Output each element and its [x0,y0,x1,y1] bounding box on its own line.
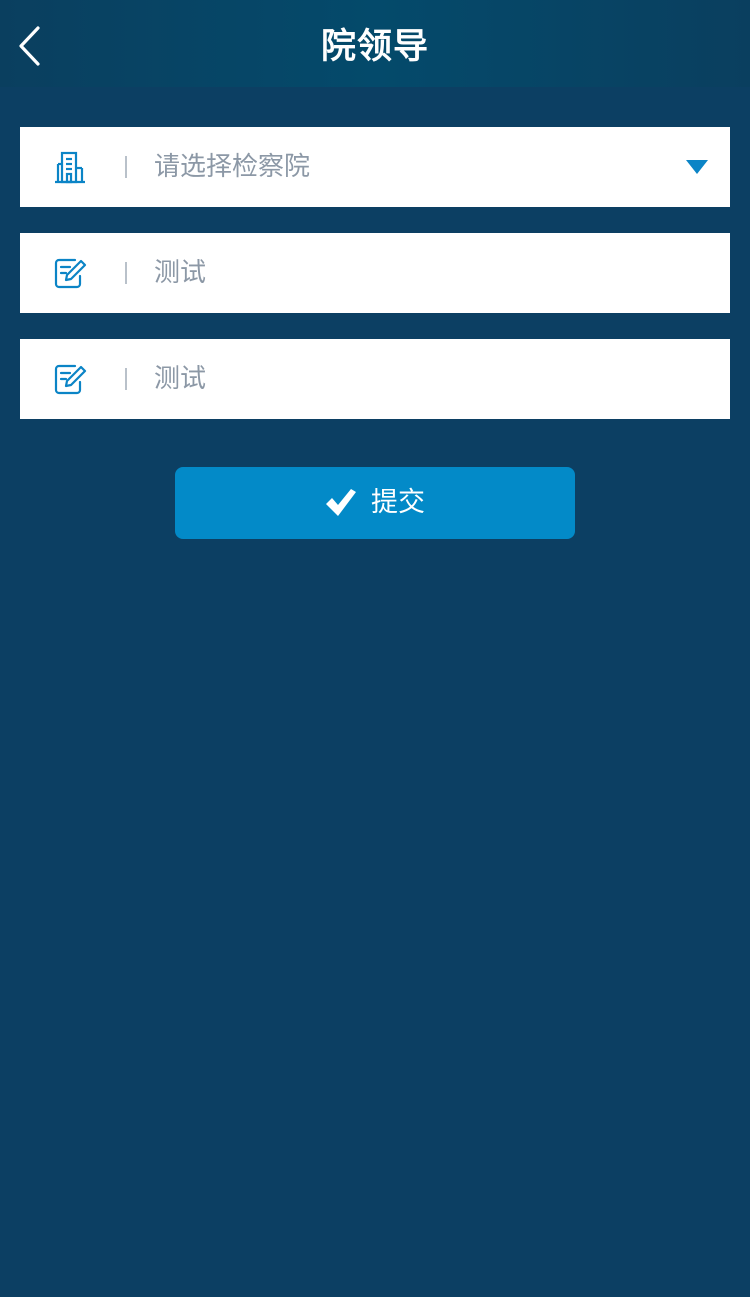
edit-icon [54,364,87,395]
page-title: 院领导 [320,27,429,67]
edit-icon [54,258,87,289]
header-bar: 院领导 [0,0,750,87]
field-value: 测试 [154,258,207,288]
separator [125,156,127,178]
text-field-2[interactable]: 测试 [20,339,730,419]
procuratorate-select[interactable]: 请选择检察院 [20,127,730,207]
building-icon [55,151,85,184]
field-value: 测试 [154,364,207,394]
submit-label: 提交 [371,487,425,518]
text-field-1[interactable]: 测试 [20,233,730,313]
separator [125,368,127,390]
procuratorate-placeholder: 请选择检察院 [154,152,311,182]
checkmark-icon [326,489,356,516]
submit-button[interactable]: 提交 [175,467,575,539]
separator [125,262,127,284]
dropdown-arrow-icon[interactable] [686,160,708,174]
